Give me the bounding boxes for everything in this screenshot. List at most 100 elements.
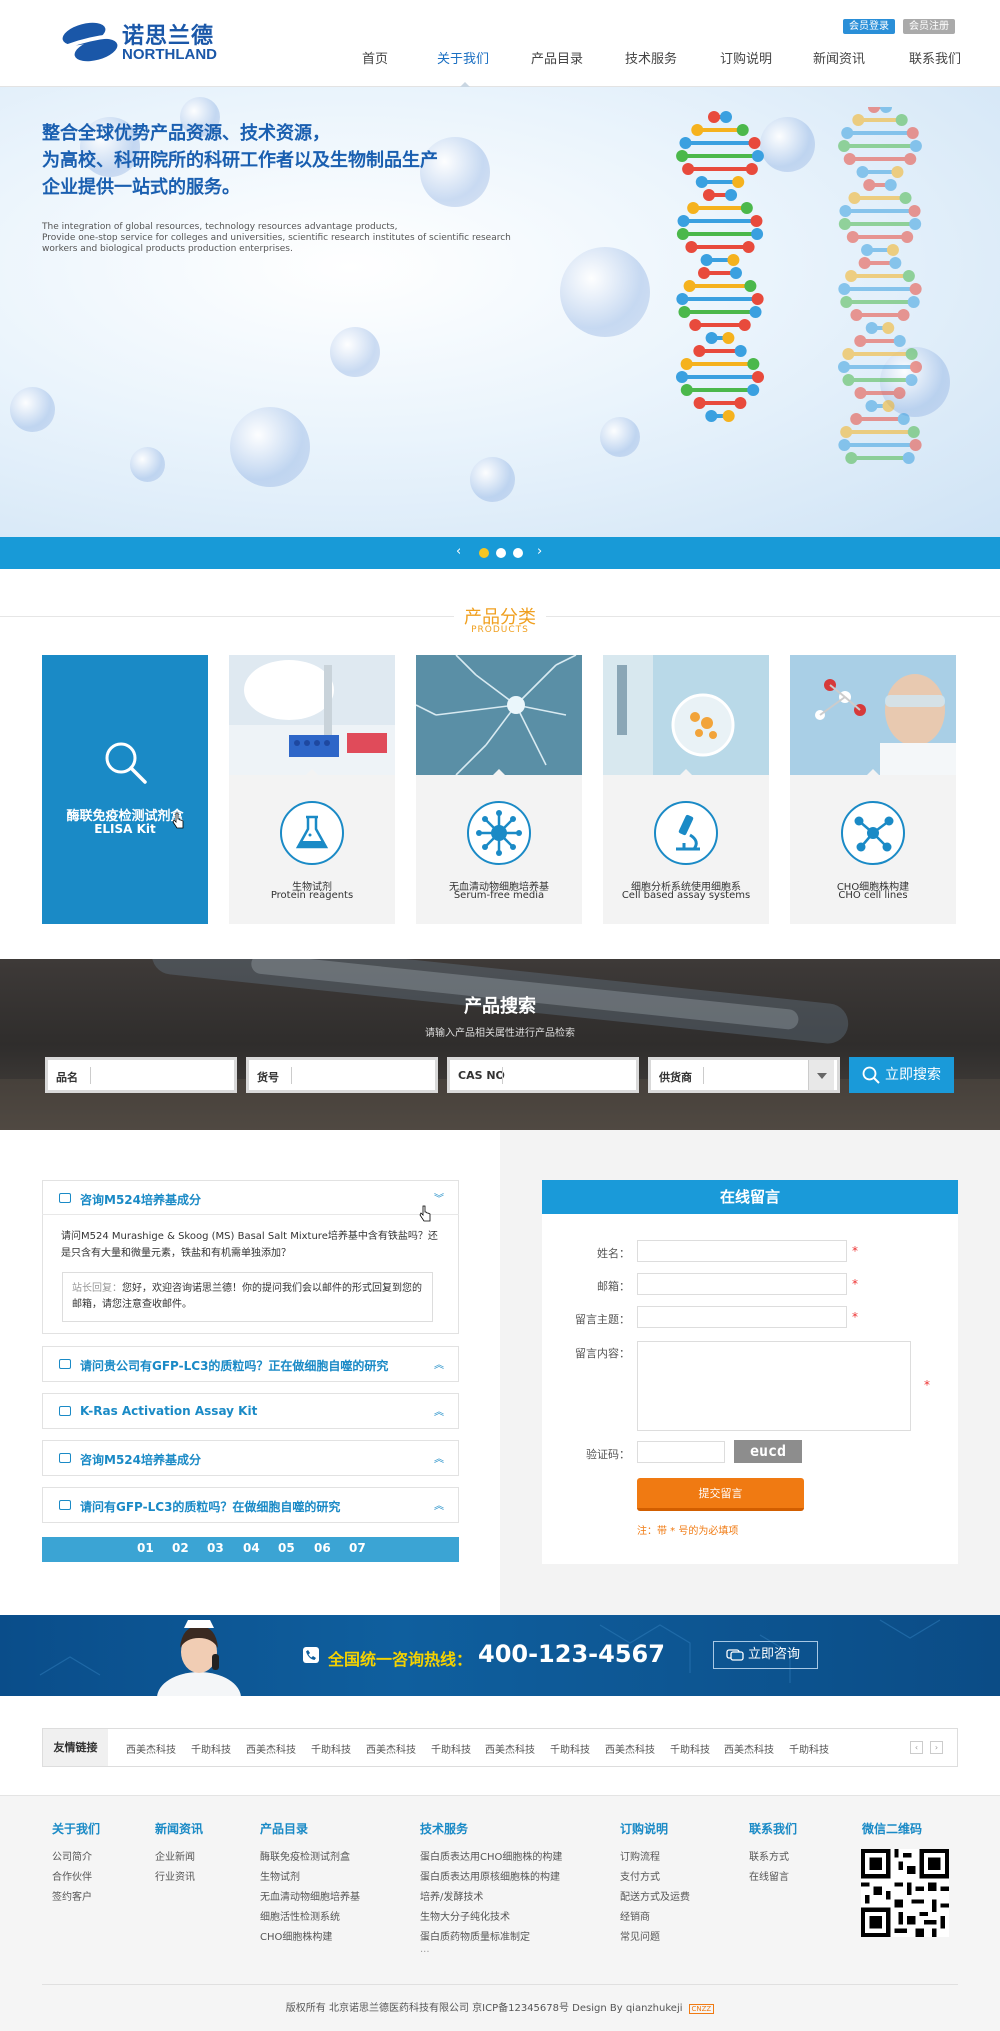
register-button[interactable]: 会员注册 xyxy=(903,19,955,34)
search-subheading: 请输入产品相关属性进行产品检索 xyxy=(425,1028,575,1039)
faq-item[interactable]: 请问贵公司有GFP-LC3的质粒吗？正在做细胞自噬的研究 ︽ xyxy=(42,1346,459,1382)
nav-about[interactable]: 关于我们 xyxy=(437,50,489,70)
footer-link[interactable]: 合作伙伴 xyxy=(52,1868,92,1883)
submit-message-button[interactable]: 提交留言 xyxy=(637,1478,804,1511)
page-link[interactable]: 07 xyxy=(349,1541,366,1555)
footer-link[interactable]: 行业资讯 xyxy=(155,1868,195,1883)
content-textarea[interactable] xyxy=(637,1341,911,1431)
chevron-down-icon[interactable]: ︾ xyxy=(434,1190,444,1205)
nav-order-guide[interactable]: 订购说明 xyxy=(720,50,772,70)
chevron-left-icon[interactable]: ‹ xyxy=(910,1741,923,1754)
chevron-up-icon[interactable]: ︽ xyxy=(434,1403,444,1418)
footer-link[interactable]: 在线留言 xyxy=(749,1868,789,1883)
product-card-cell-assay[interactable]: 细胞分析系统使用细胞系 Cell based assay systems xyxy=(603,655,769,924)
chevron-up-icon[interactable]: ︽ xyxy=(434,1356,444,1371)
nav-home[interactable]: 首页 xyxy=(362,50,388,70)
friend-link[interactable]: 千助科技 xyxy=(670,1741,710,1756)
friend-link[interactable]: 西美杰科技 xyxy=(126,1741,176,1756)
required-mark: * xyxy=(852,1277,858,1291)
friend-link[interactable]: 千助科技 xyxy=(431,1741,471,1756)
footer-link[interactable]: 蛋白质药物质量标准制定 xyxy=(420,1928,530,1943)
page-link[interactable]: 06 xyxy=(314,1541,331,1555)
friend-link[interactable]: 千助科技 xyxy=(789,1741,829,1756)
email-field[interactable] xyxy=(637,1273,847,1295)
page-link[interactable]: 05 xyxy=(278,1541,295,1555)
footer-link[interactable]: CHO细胞株构建 xyxy=(260,1928,332,1943)
slide-dot-2[interactable] xyxy=(496,548,506,558)
footer-link[interactable]: 企业新闻 xyxy=(155,1848,195,1863)
faq-question[interactable]: 咨询M524培养基成分 ︾ xyxy=(43,1181,458,1215)
cell-icon xyxy=(467,801,531,865)
footer-heading[interactable]: 技术服务 xyxy=(420,1820,468,1837)
friend-link[interactable]: 西美杰科技 xyxy=(724,1741,774,1756)
chevron-down-icon[interactable] xyxy=(808,1060,834,1090)
hand-cursor-icon xyxy=(172,812,184,829)
nav-products[interactable]: 产品目录 xyxy=(531,50,583,70)
footer-link[interactable]: 支付方式 xyxy=(620,1868,660,1883)
cnzz-badge[interactable]: CNZZ xyxy=(688,2004,715,2014)
product-name-input[interactable]: 品名 xyxy=(45,1057,237,1093)
search-icon xyxy=(105,742,147,784)
footer-link[interactable]: 联系方式 xyxy=(749,1848,789,1863)
cas-number-input[interactable]: CAS NO xyxy=(447,1057,639,1093)
footer-link[interactable]: 配送方式及运费 xyxy=(620,1888,690,1903)
name-field[interactable] xyxy=(637,1240,847,1262)
footer-heading[interactable]: 新闻资讯 xyxy=(155,1820,203,1837)
friend-link[interactable]: 西美杰科技 xyxy=(246,1741,296,1756)
captcha-image[interactable]: eucd xyxy=(734,1440,802,1463)
product-card-elisa[interactable] xyxy=(42,655,208,924)
footer-link[interactable]: 生物试剂 xyxy=(260,1868,300,1883)
footer-link[interactable]: 生物大分子纯化技术 xyxy=(420,1908,510,1923)
footer-heading[interactable]: 订购说明 xyxy=(620,1820,668,1837)
slide-prev-button[interactable]: ‹ xyxy=(456,545,461,559)
chevron-up-icon[interactable]: ︽ xyxy=(434,1497,444,1512)
slide-dot-1[interactable] xyxy=(479,548,489,558)
friend-link[interactable]: 西美杰科技 xyxy=(605,1741,655,1756)
footer-link[interactable]: 培养/发酵技术 xyxy=(420,1888,483,1903)
captcha-input[interactable] xyxy=(637,1441,725,1463)
nav-contact[interactable]: 联系我们 xyxy=(909,50,961,70)
faq-item[interactable]: 咨询M524培养基成分 ︽ xyxy=(42,1440,459,1476)
login-button[interactable]: 会员登录 xyxy=(843,19,895,34)
product-card-protein-reagents[interactable]: 生物试剂 Protein reagents xyxy=(229,655,395,924)
friend-link[interactable]: 千助科技 xyxy=(550,1741,590,1756)
footer-link[interactable]: 订购流程 xyxy=(620,1848,660,1863)
page-link[interactable]: 02 xyxy=(172,1541,189,1555)
footer-link[interactable]: 蛋白质表达用CHO细胞株的构建 xyxy=(420,1848,562,1863)
footer-link[interactable]: 酶联免疫检测试剂盒 xyxy=(260,1848,350,1863)
chevron-right-icon[interactable]: › xyxy=(930,1741,943,1754)
footer-link[interactable]: 无血清动物细胞培养基 xyxy=(260,1888,360,1903)
friend-link[interactable]: 西美杰科技 xyxy=(485,1741,535,1756)
catalog-number-input[interactable]: 货号 xyxy=(246,1057,438,1093)
footer-heading[interactable]: 关于我们 xyxy=(52,1820,100,1837)
page-link[interactable]: 01 xyxy=(137,1541,154,1555)
product-card-serum-free-media[interactable]: 无血清动物细胞培养基 Serum-free media xyxy=(416,655,582,924)
friend-link[interactable]: 千助科技 xyxy=(191,1741,231,1756)
footer-heading: 微信二维码 xyxy=(862,1822,923,1836)
nav-news[interactable]: 新闻资讯 xyxy=(813,50,865,70)
footer-link[interactable]: 公司简介 xyxy=(52,1848,92,1863)
nav-tech-service[interactable]: 技术服务 xyxy=(625,50,677,70)
friend-link[interactable]: 千助科技 xyxy=(311,1741,351,1756)
slide-dot-3[interactable] xyxy=(513,548,523,558)
friend-link[interactable]: 西美杰科技 xyxy=(366,1741,416,1756)
chat-bubble-icon xyxy=(59,1359,71,1369)
content-label: 留言内容： xyxy=(575,1347,630,1360)
slide-next-button[interactable]: › xyxy=(537,545,542,559)
footer-heading[interactable]: 联系我们 xyxy=(749,1820,797,1837)
logo-icon[interactable] xyxy=(60,20,120,64)
subject-field[interactable] xyxy=(637,1306,847,1328)
chevron-up-icon[interactable]: ︽ xyxy=(434,1450,444,1465)
faq-item[interactable]: 请问有GFP-LC3的质粒吗？在做细胞自噬的研究 ︽ xyxy=(42,1487,459,1523)
page-link[interactable]: 04 xyxy=(243,1541,260,1555)
faq-item[interactable]: K-Ras Activation Assay Kit ︽ xyxy=(42,1393,459,1429)
footer-link[interactable]: 常见问题 xyxy=(620,1928,660,1943)
footer-link[interactable]: 细胞活性检测系统 xyxy=(260,1908,340,1923)
product-card-cho-cell-lines[interactable]: CHO细胞株构建 CHO cell lines xyxy=(790,655,956,924)
footer-link[interactable]: 蛋白质表达用原核细胞株的构建 xyxy=(420,1868,560,1883)
page-link[interactable]: 03 xyxy=(207,1541,224,1555)
footer-link[interactable]: 经销商 xyxy=(620,1908,650,1923)
footer-heading[interactable]: 产品目录 xyxy=(260,1820,308,1837)
footer-link[interactable]: 签约客户 xyxy=(52,1888,92,1903)
molecule-icon xyxy=(841,801,905,865)
